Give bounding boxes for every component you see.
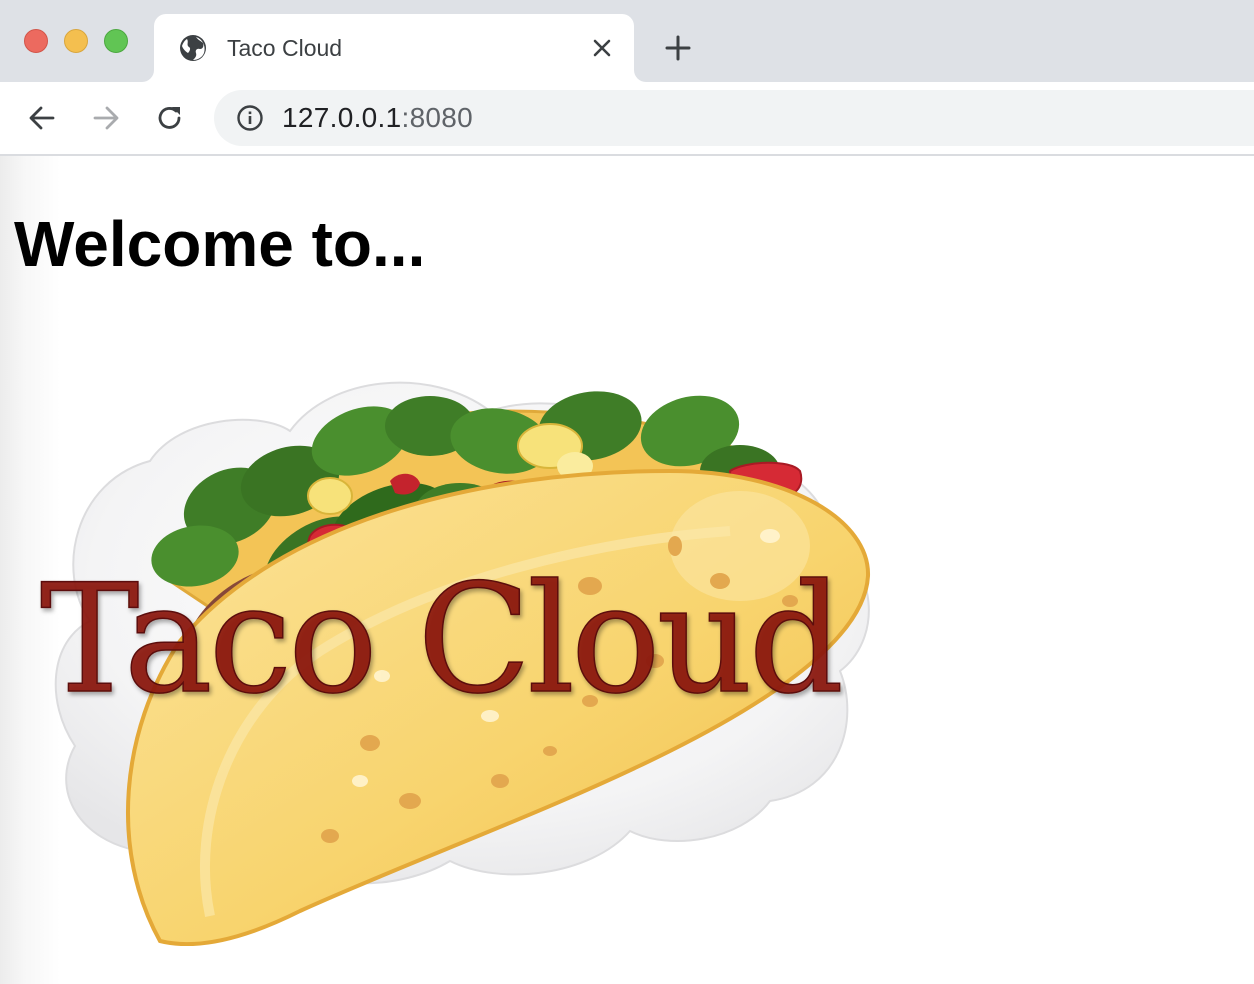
window-minimize-button[interactable] xyxy=(64,29,88,53)
new-tab-plus-icon[interactable] xyxy=(660,30,696,66)
forward-arrow-icon[interactable] xyxy=(88,100,124,136)
tab-close-icon[interactable] xyxy=(588,34,616,62)
tab-title: Taco Cloud xyxy=(227,35,343,61)
globe-icon xyxy=(178,33,208,63)
address-bar[interactable]: 127.0.0.1:8080 xyxy=(214,90,1254,146)
window-close-button[interactable] xyxy=(24,29,48,53)
taco-cloud-logo: Taco Cloud xyxy=(30,371,880,946)
page-content: Welcome to... Taco Cloud xyxy=(0,156,1254,984)
logo-text: Taco Cloud xyxy=(40,553,840,727)
browser-window: Taco Cloud 127.0.0.1:8080 Welcome to... … xyxy=(0,0,1254,984)
taco-cloud-logo-image: Taco Cloud xyxy=(39,381,871,946)
browser-toolbar: 127.0.0.1:8080 xyxy=(0,82,1254,156)
url-host: 127.0.0.1 xyxy=(282,102,402,133)
tab-strip: Taco Cloud xyxy=(0,0,1254,82)
window-maximize-button[interactable] xyxy=(104,29,128,53)
url-port: :8080 xyxy=(401,102,474,133)
back-arrow-icon[interactable] xyxy=(24,100,60,136)
url-text[interactable]: 127.0.0.1:8080 xyxy=(282,103,473,133)
site-info-icon[interactable] xyxy=(236,104,264,132)
tab-taco-cloud[interactable]: Taco Cloud xyxy=(154,14,634,82)
page-heading: Welcome to... xyxy=(14,208,426,280)
reload-icon[interactable] xyxy=(152,100,188,136)
